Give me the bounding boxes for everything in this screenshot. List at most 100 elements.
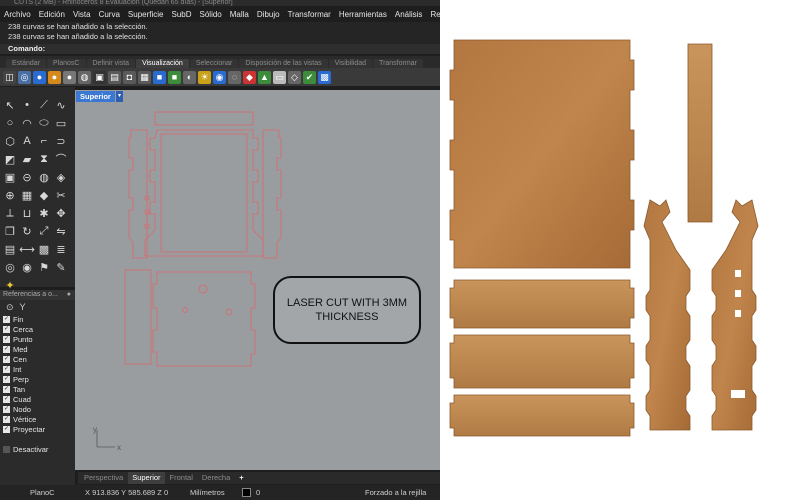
osnap-item[interactable]: ✓ Nodo xyxy=(0,404,75,414)
checkbox-icon[interactable] xyxy=(3,446,10,453)
filter-icon[interactable]: Y xyxy=(20,302,26,312)
trim-icon[interactable]: ✂ xyxy=(53,187,69,203)
sphere-blue-icon[interactable]: ● xyxy=(33,70,46,84)
analyze-icon[interactable]: ◎ xyxy=(2,259,18,275)
offset-icon[interactable]: ⊃ xyxy=(53,133,69,149)
palette-icon[interactable]: ▩ xyxy=(318,70,331,84)
select-arrow-icon[interactable]: ↖ xyxy=(2,97,18,113)
polygon-icon[interactable]: ⬡ xyxy=(2,133,18,149)
checkbox-icon[interactable]: ✓ xyxy=(3,335,10,343)
osnap-item[interactable]: ✓ Cuad xyxy=(0,394,75,404)
osnap-item[interactable]: ✓ Cen xyxy=(0,354,75,364)
layer-color-swatch[interactable] xyxy=(242,488,251,497)
checkbox-icon[interactable]: ✓ xyxy=(3,365,10,373)
curve-icon[interactable]: ∿ xyxy=(53,97,69,113)
vp-tab-frontal[interactable]: Frontal xyxy=(166,472,197,484)
sweep-icon[interactable]: ⌒ xyxy=(53,151,69,167)
named-view-icon[interactable]: ▦ xyxy=(138,70,151,84)
camera-icon[interactable]: ◘ xyxy=(123,70,136,84)
subd-icon[interactable]: ◆ xyxy=(36,187,52,203)
menu-subd[interactable]: SubD xyxy=(172,10,192,19)
tab-visualizacion[interactable]: Visualización xyxy=(136,59,189,68)
split-icon[interactable]: ⟂ xyxy=(2,205,18,221)
status-cplane[interactable]: PlanoC xyxy=(30,488,55,497)
menu-transformar[interactable]: Transformar xyxy=(288,10,331,19)
display-mode-icon[interactable]: ▭ xyxy=(273,70,286,84)
environment-icon[interactable]: ◌ xyxy=(228,70,241,84)
checkbox-icon[interactable]: ✓ xyxy=(3,325,10,333)
disable-osnap[interactable]: Desactivar xyxy=(3,445,48,454)
tab-seleccionar[interactable]: Seleccionar xyxy=(189,59,239,68)
status-layer[interactable]: 0 xyxy=(256,488,260,497)
tab-disposicion-vistas[interactable]: Disposición de las vistas xyxy=(239,59,328,68)
solid-tools-icon[interactable]: ◈ xyxy=(53,169,69,185)
ghosted-icon[interactable]: ◇ xyxy=(288,70,301,84)
loft-icon[interactable]: ⧗ xyxy=(36,151,52,167)
menu-edicion[interactable]: Edición xyxy=(39,10,65,19)
cylinder-icon[interactable]: ⊝ xyxy=(19,169,35,185)
scale-icon[interactable]: ⤢ xyxy=(36,223,52,239)
tab-planosc[interactable]: PlanosC xyxy=(47,59,86,68)
close-icon[interactable]: ● xyxy=(67,290,71,300)
menu-vista[interactable]: Vista xyxy=(73,10,91,19)
capture-viewport-icon[interactable]: ▣ xyxy=(93,70,106,84)
circle-icon[interactable]: ○ xyxy=(2,115,18,131)
ground-plane-icon[interactable]: ▲ xyxy=(258,70,271,84)
sphere-icon[interactable]: ◍ xyxy=(36,169,52,185)
osnap-item[interactable]: ✓ Tan xyxy=(0,384,75,394)
arc-icon[interactable]: ◠ xyxy=(19,115,35,131)
menu-superficie[interactable]: Superficie xyxy=(128,10,164,19)
dimension-icon[interactable]: ⟷ xyxy=(19,241,35,257)
osnap-item[interactable]: ✓ Cerca xyxy=(0,324,75,334)
layout-icon[interactable]: ▤ xyxy=(108,70,121,84)
menu-malla[interactable]: Malla xyxy=(230,10,249,19)
status-grid-snap[interactable]: Forzado a la rejilla xyxy=(365,488,426,497)
sphere-grey-icon[interactable]: ● xyxy=(63,70,76,84)
sphere-orange-icon[interactable]: ● xyxy=(48,70,61,84)
vp-tab-derecha[interactable]: Derecha xyxy=(198,472,234,484)
command-prompt[interactable]: Comando: xyxy=(0,44,440,54)
osnap-item[interactable]: ✓ Perp xyxy=(0,374,75,384)
menu-curva[interactable]: Curva xyxy=(99,10,120,19)
layers-icon[interactable]: ≣ xyxy=(53,241,69,257)
osnap-item[interactable]: ✓ Vértice xyxy=(0,414,75,424)
fillet-icon[interactable]: ⌐ xyxy=(36,133,52,149)
osnap-settings-icon[interactable]: ⊙ xyxy=(6,302,14,313)
rotate-icon[interactable]: ↻ xyxy=(19,223,35,239)
tab-definir-vista[interactable]: Definir vista xyxy=(86,59,136,68)
menu-analisis[interactable]: Análisis xyxy=(395,10,423,19)
explode-icon[interactable]: ✱ xyxy=(36,205,52,221)
light-icon[interactable]: ◐ xyxy=(183,70,196,84)
grid-snap-icon[interactable]: ▩ xyxy=(36,241,52,257)
menu-solido[interactable]: Sólido xyxy=(200,10,222,19)
status-units[interactable]: Milímetros xyxy=(190,488,225,497)
checkbox-icon[interactable]: ✓ xyxy=(3,425,10,433)
checkbox-icon[interactable]: ✓ xyxy=(3,415,10,423)
vp-tab-perspectiva[interactable]: Perspectiva xyxy=(80,472,127,484)
menu-herramientas[interactable]: Herramientas xyxy=(339,10,387,19)
rectangle-icon[interactable]: ▭ xyxy=(53,115,69,131)
boolean-icon[interactable]: ⊕ xyxy=(2,187,18,203)
point-icon[interactable]: • xyxy=(19,97,35,113)
join-icon[interactable]: ⊔ xyxy=(19,205,35,221)
checkbox-icon[interactable]: ✓ xyxy=(3,355,10,363)
drafting-icon[interactable]: ⚑ xyxy=(36,259,52,275)
properties-icon[interactable]: ✎ xyxy=(53,259,69,275)
box-icon[interactable]: ▣ xyxy=(2,169,18,185)
checkbox-icon[interactable]: ✓ xyxy=(3,405,10,413)
tab-estandar[interactable]: Estándar xyxy=(6,59,47,68)
checkbox-icon[interactable]: ✓ xyxy=(3,385,10,393)
sphere-wire-icon[interactable]: ◍ xyxy=(78,70,91,84)
cube-green-icon[interactable]: ■ xyxy=(168,70,181,84)
sun-icon[interactable]: ☀ xyxy=(198,70,211,84)
checkbox-icon[interactable]: ✓ xyxy=(3,345,10,353)
checkbox-icon[interactable]: ✓ xyxy=(3,375,10,383)
move-icon[interactable]: ✥ xyxy=(53,205,69,221)
tab-visibilidad[interactable]: Visibilidad xyxy=(328,59,373,68)
chevron-down-icon[interactable]: ▾ xyxy=(116,91,123,102)
vp-tab-superior[interactable]: Superior xyxy=(128,472,165,484)
mirror-icon[interactable]: ⇋ xyxy=(53,223,69,239)
tab-transformar[interactable]: Transformar xyxy=(373,59,423,68)
extrude-icon[interactable]: ▰ xyxy=(19,151,35,167)
render-icon[interactable]: ◆ xyxy=(243,70,256,84)
